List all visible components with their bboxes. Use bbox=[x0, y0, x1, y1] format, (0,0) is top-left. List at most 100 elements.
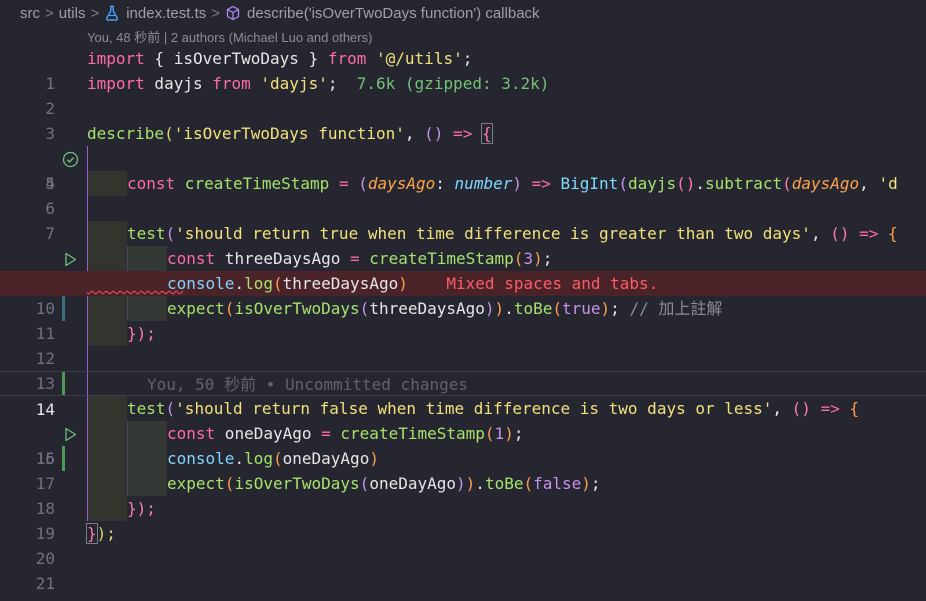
token: ; bbox=[327, 74, 338, 93]
code-line[interactable]: 7 bbox=[0, 196, 926, 243]
git-blame-annotation[interactable]: You, 50 秒前 • Uncommitted changes bbox=[147, 375, 468, 394]
token: . bbox=[234, 449, 245, 468]
code-line[interactable]: 15 test('should return false when time d… bbox=[0, 396, 926, 468]
code-line[interactable]: 13 bbox=[0, 346, 926, 393]
parameter: daysAgo bbox=[791, 174, 860, 193]
code-line[interactable]: 2 import dayjs from 'dayjs'; 7.6k (gzipp… bbox=[0, 71, 926, 118]
token: ( bbox=[552, 299, 562, 318]
breadcrumb-separator: > bbox=[211, 4, 221, 22]
token: () bbox=[424, 124, 444, 143]
line-number: 21 bbox=[35, 574, 55, 593]
token: ( bbox=[224, 474, 235, 493]
string-literal: 'should return true when time difference… bbox=[175, 224, 811, 243]
function-name: isOverTwoDays bbox=[234, 474, 360, 493]
code-line[interactable]: 12 }); bbox=[0, 321, 926, 368]
function-name: BigInt bbox=[560, 174, 619, 193]
token: ; bbox=[462, 49, 473, 68]
token: ) bbox=[512, 174, 522, 193]
token: }); bbox=[127, 499, 156, 518]
function-name: createTimeStamp bbox=[369, 249, 514, 268]
token: ( bbox=[272, 274, 283, 293]
token: { bbox=[888, 224, 898, 243]
string-literal: 'd bbox=[878, 174, 898, 193]
function-name: isOverTwoDays bbox=[234, 299, 360, 318]
token: . bbox=[695, 174, 706, 193]
cube-icon bbox=[225, 5, 241, 21]
identifier: oneDayAgo bbox=[282, 449, 370, 468]
token: ) bbox=[600, 299, 611, 318]
token: ) bbox=[581, 474, 591, 493]
code-line[interactable]: 9 const threeDaysAgo = createTimeStamp(3… bbox=[0, 246, 926, 293]
token: , bbox=[404, 124, 425, 143]
number-literal: 3 bbox=[523, 249, 534, 268]
code-line[interactable]: 3 bbox=[0, 96, 926, 143]
identifier: threeDaysAgo bbox=[282, 274, 399, 293]
import-cost-hint: 7.6k (gzipped: 3.2k) bbox=[356, 74, 550, 93]
code-line[interactable]: 19 }); bbox=[0, 496, 926, 543]
breadcrumb-item-src[interactable]: src bbox=[20, 5, 40, 22]
code-line[interactable]: 11 expect(isOverTwoDays(threeDaysAgo)).t… bbox=[0, 296, 926, 343]
code-line[interactable]: 8 test('should return true when time dif… bbox=[0, 221, 926, 293]
token: ( bbox=[513, 249, 524, 268]
keyword: const bbox=[127, 174, 176, 193]
check-circle-icon[interactable] bbox=[4, 125, 78, 168]
keyword: import bbox=[87, 49, 145, 68]
identifier: createTimeStamp bbox=[175, 174, 339, 193]
code-line-current[interactable]: 14 You, 50 秒前 • Uncommitted changes bbox=[0, 371, 926, 419]
code-line[interactable]: 4 describe('isOverTwoDays function', () … bbox=[0, 121, 926, 193]
code-line[interactable]: 17 console.log(oneDayAgo) bbox=[0, 446, 926, 493]
code-line[interactable]: 18 expect(isOverTwoDays(oneDayAgo)).toBe… bbox=[0, 471, 926, 518]
breadcrumb-item-file[interactable]: index.test.ts bbox=[126, 5, 206, 22]
token: : bbox=[435, 174, 455, 193]
token: ( bbox=[782, 174, 792, 193]
code-line[interactable]: 6 const createTimeStamp = (daysAgo: numb… bbox=[0, 171, 926, 218]
breadcrumb: src > utils > index.test.ts > describe('… bbox=[0, 0, 926, 26]
token: . bbox=[475, 474, 485, 493]
token: ( bbox=[484, 424, 495, 443]
function-name: test bbox=[127, 224, 166, 243]
function-name: dayjs bbox=[627, 174, 677, 193]
function-name: test bbox=[127, 399, 166, 418]
token: ( bbox=[224, 299, 235, 318]
arrow-operator: => bbox=[443, 124, 482, 143]
code-line[interactable]: 21 bbox=[0, 546, 926, 593]
code-line[interactable]: 5 bbox=[0, 146, 926, 193]
token: ( bbox=[165, 224, 176, 243]
arrow-operator: => bbox=[849, 224, 888, 243]
code-line[interactable]: 16 const oneDayAgo = createTimeStamp(1); bbox=[0, 421, 926, 468]
breadcrumb-item-utils[interactable]: utils bbox=[59, 5, 86, 22]
boolean-literal: false bbox=[533, 474, 582, 493]
token: () bbox=[676, 174, 696, 193]
token: = bbox=[338, 174, 359, 193]
token: () bbox=[830, 224, 850, 243]
flask-icon bbox=[104, 5, 120, 21]
token: ) bbox=[484, 299, 495, 318]
token: . bbox=[504, 299, 514, 318]
function-name: createTimeStamp bbox=[340, 424, 485, 443]
method-name: toBe bbox=[513, 299, 553, 318]
play-icon[interactable] bbox=[4, 400, 76, 442]
token: , bbox=[810, 224, 831, 243]
type-annotation: number bbox=[454, 174, 513, 193]
function-name: expect bbox=[167, 474, 225, 493]
identifier: dayjs bbox=[144, 74, 213, 93]
token: ) bbox=[456, 474, 466, 493]
keyword: from bbox=[327, 49, 367, 68]
code-line[interactable]: 20 }); bbox=[0, 521, 926, 568]
method-name: log bbox=[244, 449, 273, 468]
inline-error-message: Mixed spaces and tabs. bbox=[446, 274, 659, 293]
code-editor[interactable]: 1 import { isOverTwoDays } from '@/utils… bbox=[0, 46, 926, 601]
identifier: console bbox=[167, 274, 235, 293]
function-name: describe bbox=[87, 124, 165, 143]
play-icon[interactable] bbox=[4, 225, 76, 267]
code-line[interactable]: 1 import { isOverTwoDays } from '@/utils… bbox=[0, 46, 926, 93]
breadcrumb-item-symbol[interactable]: describe('isOverTwoDays function') callb… bbox=[247, 5, 540, 22]
string-literal: 'isOverTwoDays function' bbox=[173, 124, 405, 143]
code-line-error[interactable]: 10 console.log(threeDaysAgo) Mixed space… bbox=[0, 271, 926, 318]
method-name: log bbox=[244, 274, 273, 293]
token: ; bbox=[542, 249, 553, 268]
breadcrumb-separator: > bbox=[45, 4, 54, 22]
codelens-authors[interactable]: You, 48 秒前 | 2 authors (Michael Luo and … bbox=[87, 26, 372, 46]
keyword: const bbox=[167, 249, 216, 268]
token: ) bbox=[533, 249, 543, 268]
